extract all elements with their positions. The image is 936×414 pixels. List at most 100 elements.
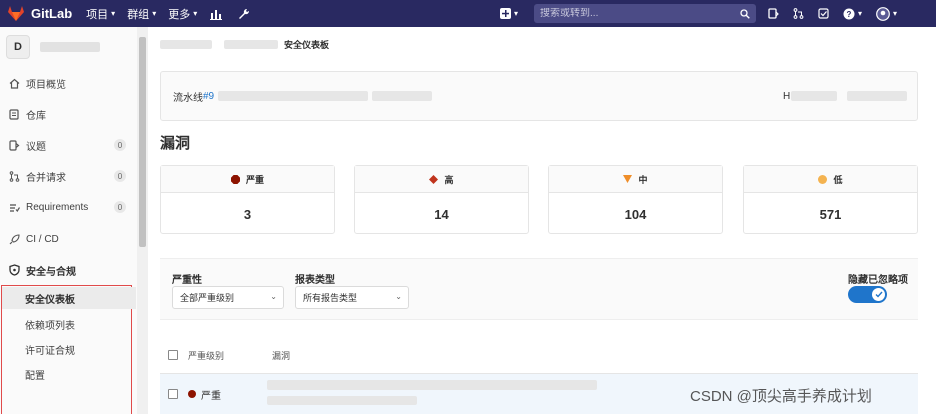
- sidebar-project-header[interactable]: D: [6, 35, 100, 59]
- pipeline-info: 流水线 #9 H: [160, 71, 918, 121]
- severity-label: 低: [833, 174, 843, 185]
- vulnerabilities-title: 漏洞: [160, 135, 191, 152]
- sidebar-subitem-dependency-list[interactable]: 依赖项列表: [2, 313, 136, 335]
- severity-label: 中: [638, 174, 648, 185]
- sidebar-subitem-license-compliance[interactable]: 许可证合规: [2, 338, 136, 360]
- severity-filter-dropdown[interactable]: 全部严重级别 ⌄: [172, 286, 284, 309]
- menu-groups-label: 群组: [127, 8, 150, 21]
- hide-dismissed-label: 隐藏已忽略项: [848, 275, 908, 286]
- pipeline-link[interactable]: #9: [203, 91, 214, 102]
- pipeline-user-redacted: [791, 91, 837, 101]
- sidebar-item-issues[interactable]: 议题 0: [0, 135, 137, 155]
- chevron-down-icon: ⌄: [395, 292, 402, 301]
- report-type-filter-dropdown[interactable]: 所有报告类型 ⌄: [295, 286, 409, 309]
- report-type-filter-label: 报表类型: [295, 275, 335, 286]
- sidebar-item-overview[interactable]: 项目概览: [0, 73, 137, 93]
- severity-filter-value: 全部严重级别: [180, 293, 235, 303]
- search-box[interactable]: [534, 4, 757, 23]
- sidebar-item-repository[interactable]: 仓库: [0, 104, 137, 124]
- chevron-down-icon: ▾: [111, 9, 116, 18]
- filter-bar: 严重性 全部严重级别 ⌄ 报表类型 所有报告类型 ⌄ 隐藏已忽略项: [160, 258, 918, 320]
- sidebar-item-requirements[interactable]: Requirements 0: [0, 197, 137, 217]
- rocket-icon: [8, 233, 20, 245]
- new-item-button[interactable]: ▾: [500, 8, 518, 19]
- sidebar-item-label: 议题: [26, 141, 46, 153]
- severity-card-critical[interactable]: 严重 3: [160, 165, 335, 234]
- chevron-down-icon: ▾: [893, 9, 898, 18]
- sidebar-subitem-label: 安全仪表板: [25, 294, 75, 306]
- vulnerability-title-redacted[interactable]: [267, 380, 597, 390]
- severity-critical-icon: [188, 390, 196, 398]
- brand-name: GitLab: [31, 6, 73, 21]
- menu-groups[interactable]: 群组 ▾: [127, 6, 156, 22]
- row-checkbox[interactable]: [168, 389, 178, 399]
- severity-count: 571: [819, 206, 842, 222]
- sidebar-item-security-compliance[interactable]: 安全与合规: [0, 260, 137, 280]
- sidebar-subitem-security-dashboard[interactable]: 安全仪表板: [2, 287, 136, 309]
- toggle-knob: [872, 288, 885, 301]
- sidebar-item-label: 合并请求: [26, 172, 66, 184]
- menu-more-label: 更多: [168, 8, 191, 21]
- requirements-icon: [8, 201, 20, 213]
- wrench-icon[interactable]: [237, 7, 251, 21]
- breadcrumb-project-redacted[interactable]: [224, 40, 278, 49]
- breadcrumb-current[interactable]: 安全仪表板: [284, 38, 329, 51]
- analytics-icon[interactable]: [209, 7, 223, 21]
- main-menu: 项目 ▾ 群组 ▾ 更多 ▾: [86, 6, 265, 22]
- menu-projects[interactable]: 项目 ▾: [86, 6, 115, 22]
- svg-text:?: ?: [847, 10, 852, 19]
- sidebar-item-label: Requirements: [26, 201, 89, 213]
- requirements-count-badge: 0: [114, 201, 126, 213]
- user-avatar-icon[interactable]: ▾: [876, 6, 898, 21]
- gitlab-logo[interactable]: GitLab: [8, 6, 72, 21]
- sidebar-item-cicd[interactable]: CI / CD: [0, 229, 137, 249]
- chevron-down-icon: ▾: [514, 9, 519, 18]
- repository-icon: [8, 108, 20, 120]
- menu-projects-label: 项目: [86, 8, 109, 21]
- search-input[interactable]: [540, 8, 721, 19]
- main-content: 安全仪表板 流水线 #9 H 漏洞 严重 3 高 14 中 104 低 571 …: [148, 27, 936, 414]
- severity-label: 高: [444, 174, 454, 185]
- merge-request-icon: [8, 170, 20, 182]
- help-icon[interactable]: ? ▾: [843, 8, 862, 20]
- sidebar-subitem-configuration[interactable]: 配置: [2, 363, 136, 385]
- hide-dismissed-toggle[interactable]: [848, 286, 887, 303]
- select-all-checkbox[interactable]: [168, 350, 178, 360]
- merge-request-icon[interactable]: [793, 8, 804, 19]
- todo-icon[interactable]: [818, 8, 829, 19]
- severity-filter-label: 严重性: [172, 275, 202, 286]
- pipeline-date-redacted: [847, 91, 907, 101]
- severity-count: 3: [243, 206, 252, 222]
- pipeline-branch-redacted: [372, 91, 433, 101]
- search-icon[interactable]: [740, 8, 750, 19]
- issues-icon[interactable]: [768, 8, 779, 19]
- chevron-down-icon: ▾: [193, 9, 198, 18]
- sidebar-subitem-label: 依赖项列表: [25, 320, 75, 332]
- column-severity[interactable]: 严重级别: [188, 349, 224, 362]
- breadcrumb-group-redacted[interactable]: [160, 40, 212, 49]
- severity-card-low[interactable]: 低 571: [743, 165, 918, 234]
- sidebar-scrollbar-thumb[interactable]: [139, 37, 146, 247]
- severity-label: 严重: [245, 174, 264, 185]
- pipeline-commit-redacted: [218, 91, 369, 101]
- sidebar-subitem-label: 配置: [25, 370, 45, 382]
- project-sidebar: D 项目概览 仓库 议题 0 合并请求 0 Requirements 0 CI …: [0, 27, 148, 414]
- shield-icon: [8, 264, 20, 276]
- chevron-down-icon: ▾: [152, 9, 157, 18]
- severity-card-medium[interactable]: 中 104: [548, 165, 723, 234]
- row-severity-label: 严重: [201, 390, 221, 402]
- sidebar-item-merge-requests[interactable]: 合并请求 0: [0, 166, 137, 186]
- severity-count: 104: [624, 206, 647, 222]
- severity-card-high[interactable]: 高 14: [354, 165, 529, 234]
- issues-count-badge: 0: [114, 139, 126, 151]
- severity-card-header: 中: [549, 166, 722, 193]
- check-icon: [875, 291, 883, 298]
- home-icon: [8, 77, 20, 89]
- column-vulnerability[interactable]: 漏洞: [272, 349, 290, 362]
- menu-more[interactable]: 更多 ▾: [168, 6, 197, 22]
- severity-card-header: 低: [744, 166, 917, 193]
- top-navbar: GitLab 项目▾ 群组▾ 更多▾ ▾ ?▾ ▾: [0, 0, 936, 27]
- sidebar-item-label: CI / CD: [26, 233, 59, 245]
- severity-low-icon: [818, 174, 828, 184]
- project-avatar: D: [6, 35, 30, 59]
